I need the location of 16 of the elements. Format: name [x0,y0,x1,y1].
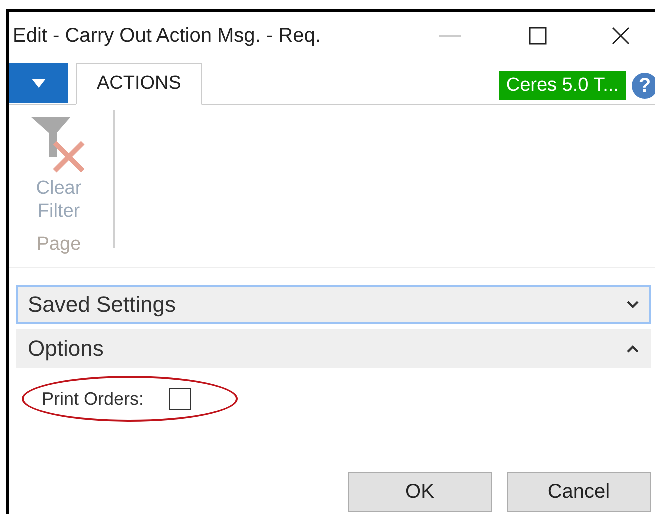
print-orders-checkbox[interactable] [169,388,192,410]
collapse-chevron-icon [627,344,639,352]
maximize-icon[interactable] [529,27,547,45]
cancel-button[interactable]: Cancel [507,472,651,512]
ribbon-group-label: Page [36,233,82,257]
section-header[interactable]: Saved Settings [16,285,651,324]
window-title: Edit - Carry Out Action Msg. - Req. [13,24,321,49]
help-button[interactable]: ? [632,73,655,99]
menu-dropdown-button[interactable] [9,63,68,103]
close-icon[interactable] [611,26,631,46]
expand-chevron-icon [627,300,639,308]
ok-button[interactable]: OK [348,472,492,512]
dropdown-triangle-icon [32,78,46,88]
field-label: Print Orders: [42,388,144,410]
section-header[interactable]: Options [16,329,651,368]
actions-tab[interactable]: ACTIONS [76,63,202,105]
